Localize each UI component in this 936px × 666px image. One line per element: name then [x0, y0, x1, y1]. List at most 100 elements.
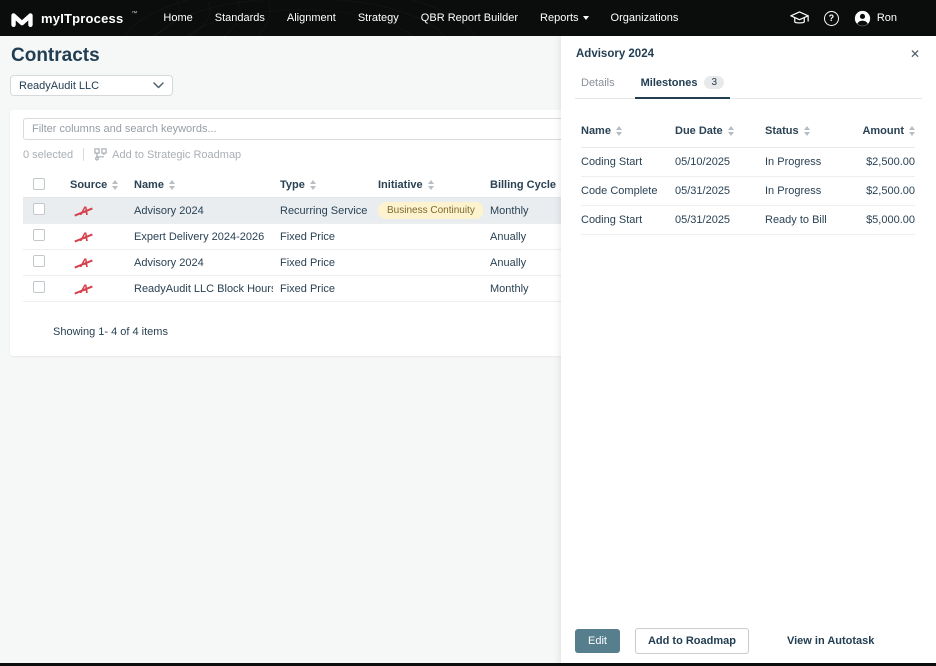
milestone-row[interactable]: Coding Start 05/10/2025 In Progress $2,5… — [581, 148, 915, 177]
milestone-amount: $5,000.00 — [855, 214, 915, 226]
myitprocess-logo-icon — [10, 7, 34, 29]
sort-icon[interactable] — [310, 180, 316, 190]
tab-milestones-label: Milestones — [641, 77, 698, 89]
table-row[interactable]: A ReadyAudit LLC Block Hours Fixed Price… — [23, 276, 561, 302]
panel-footer: Edit Add to Roadmap View in Autotask — [561, 628, 936, 658]
milestone-status: Ready to Bill — [765, 214, 855, 226]
user-name: Ron — [877, 12, 897, 24]
billing-cycle: Anually — [483, 257, 561, 269]
close-icon[interactable]: ✕ — [910, 48, 920, 60]
nav-organizations[interactable]: Organizations — [611, 12, 679, 24]
nav-standards[interactable]: Standards — [215, 12, 265, 24]
col-status: Status — [765, 125, 799, 137]
col-due-date: Due Date — [675, 125, 723, 137]
nav-home[interactable]: Home — [163, 12, 192, 24]
panel-title: Advisory 2024 — [576, 48, 654, 60]
col-amount: Amount — [862, 125, 904, 137]
brand-logo[interactable]: myITprocess™ — [0, 7, 137, 29]
row-checkbox[interactable] — [33, 203, 45, 215]
autotask-source-icon: A — [78, 204, 91, 218]
col-type: Type — [280, 179, 305, 191]
select-all-checkbox[interactable] — [33, 178, 45, 190]
contract-name: ReadyAudit LLC Block Hours — [127, 283, 273, 295]
billing-cycle: Monthly — [483, 283, 561, 295]
roadmap-icon — [94, 148, 107, 161]
brand-trademark: ™ — [131, 11, 137, 17]
contract-type: Recurring Service — [273, 205, 371, 217]
selected-count: 0 selected — [23, 149, 73, 161]
milestone-name: Code Complete — [581, 185, 675, 197]
nav-strategy[interactable]: Strategy — [358, 12, 399, 24]
apps-grid-icon[interactable] — [912, 12, 924, 24]
view-in-autotask-link[interactable]: View in Autotask — [787, 635, 874, 647]
row-checkbox[interactable] — [33, 255, 45, 267]
add-to-strategic-roadmap-button[interactable]: Add to Strategic Roadmap — [94, 148, 241, 161]
milestones-table: Name Due Date Status Amount Coding Start… — [581, 119, 915, 235]
edit-button[interactable]: Edit — [575, 629, 620, 653]
add-to-roadmap-button[interactable]: Add to Roadmap — [635, 628, 749, 654]
contract-name: Advisory 2024 — [127, 257, 273, 269]
navbar-right: ? Ron — [790, 10, 936, 27]
sort-icon[interactable] — [169, 180, 175, 190]
nav-reports[interactable]: Reports — [540, 12, 589, 24]
billing-cycle: Monthly — [483, 205, 561, 217]
sort-icon[interactable] — [728, 126, 734, 136]
row-checkbox[interactable] — [33, 229, 45, 241]
table-row[interactable]: A Expert Delivery 2024-2026 Fixed Price … — [23, 224, 561, 250]
sort-icon[interactable] — [909, 126, 915, 136]
nav-qbr-report-builder[interactable]: QBR Report Builder — [421, 12, 518, 24]
col-source: Source — [70, 179, 107, 191]
autotask-source-icon: A — [78, 256, 91, 270]
sort-icon[interactable] — [804, 126, 810, 136]
table-row[interactable]: A Advisory 2024 Recurring Service Busine… — [23, 198, 561, 224]
contracts-table-header: Source Name Type Initiative Billing Cycl… — [23, 173, 561, 198]
company-selector-value: ReadyAudit LLC — [19, 80, 99, 92]
milestone-row[interactable]: Coding Start 05/31/2025 Ready to Bill $5… — [581, 206, 915, 235]
tab-milestones[interactable]: Milestones 3 — [641, 76, 724, 98]
panel-tabs: Details Milestones 3 — [575, 76, 922, 99]
col-initiative: Initiative — [378, 179, 423, 191]
nav-alignment[interactable]: Alignment — [287, 12, 336, 24]
contract-type: Fixed Price — [273, 231, 371, 243]
top-navbar: myITprocess™ Home Standards Alignment St… — [0, 0, 936, 36]
primary-nav: Home Standards Alignment Strategy QBR Re… — [163, 12, 700, 24]
academy-graduation-cap-icon[interactable] — [790, 10, 809, 26]
sort-icon[interactable] — [428, 180, 434, 190]
sort-icon[interactable] — [616, 126, 622, 136]
row-checkbox[interactable] — [33, 281, 45, 293]
user-menu[interactable]: Ron — [854, 10, 897, 27]
contract-type: Fixed Price — [273, 283, 371, 295]
milestone-status: In Progress — [765, 185, 855, 197]
initiative-badge: Business Continuity — [378, 202, 483, 219]
milestone-due-date: 05/31/2025 — [675, 185, 765, 197]
help-icon[interactable]: ? — [824, 11, 839, 26]
milestone-status: In Progress — [765, 156, 855, 168]
contract-name: Expert Delivery 2024-2026 — [127, 231, 273, 243]
milestone-amount: $2,500.00 — [855, 185, 915, 197]
tab-details[interactable]: Details — [581, 76, 615, 98]
sort-icon[interactable] — [112, 180, 118, 190]
contract-type: Fixed Price — [273, 257, 371, 269]
filter-input[interactable] — [23, 118, 561, 140]
milestone-name: Coding Start — [581, 156, 675, 168]
add-to-strategic-roadmap-label: Add to Strategic Roadmap — [112, 149, 241, 161]
page-title: Contracts — [11, 45, 100, 67]
company-selector[interactable]: ReadyAudit LLC — [10, 75, 173, 96]
chevron-down-icon — [583, 16, 589, 20]
tab-details-label: Details — [581, 77, 615, 89]
col-name: Name — [134, 179, 164, 191]
milestones-table-header: Name Due Date Status Amount — [581, 119, 915, 148]
milestone-due-date: 05/31/2025 — [675, 214, 765, 226]
milestone-row[interactable]: Code Complete 05/31/2025 In Progress $2,… — [581, 177, 915, 206]
autotask-source-icon: A — [78, 282, 91, 296]
milestone-amount: $2,500.00 — [855, 156, 915, 168]
table-row[interactable]: A Advisory 2024 Fixed Price Anually — [23, 250, 561, 276]
pagination-summary: Showing 1- 4 of 4 items — [23, 326, 561, 338]
milestones-count-badge: 3 — [704, 76, 724, 89]
milestone-name: Coding Start — [581, 214, 675, 226]
billing-cycle: Anually — [483, 231, 561, 243]
milestone-due-date: 05/10/2025 — [675, 156, 765, 168]
contract-detail-panel: Advisory 2024 ✕ Details Milestones 3 Nam… — [561, 36, 936, 666]
col-milestone-name: Name — [581, 125, 611, 137]
contracts-section: Contracts ReadyAudit LLC 0 selected — [0, 36, 561, 666]
